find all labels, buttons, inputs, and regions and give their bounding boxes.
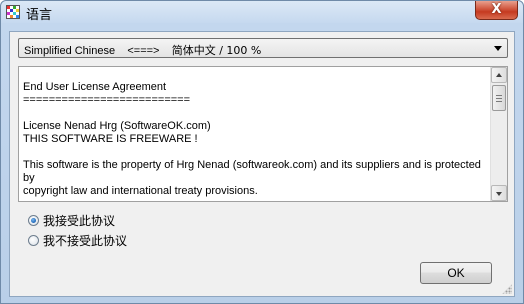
language-native-name: 简体中文 / 100 % [171,44,262,57]
license-line: ========================== [23,94,191,106]
license-textbox[interactable]: End User License Agreement ==============… [18,66,508,202]
scroll-up-button[interactable] [491,67,507,83]
license-line: This software is the property of Hrg Nen… [23,159,484,184]
grip-line [496,95,502,96]
close-icon: X [491,2,502,17]
ok-button[interactable]: OK [420,262,492,284]
close-button[interactable]: X [475,1,518,20]
scroll-down-button[interactable] [491,185,507,201]
arrow-down-icon [496,192,502,196]
accept-option[interactable]: 我接受此协议 [28,212,115,228]
window-title: 语言 [26,8,53,23]
title-bar[interactable]: 语言 X [1,1,523,23]
grip-line [496,101,502,102]
arrow-up-icon [496,73,502,77]
scroll-thumb[interactable] [492,85,506,111]
license-line: License Nenad Hrg (SoftwareOK.com) [23,120,211,132]
language-dropdown[interactable]: Simplified Chinese <===> 简体中文 / 100 % [18,38,508,58]
license-line: THIS SOFTWARE IS FREEWARE ! [23,133,198,145]
dialog-window: 语言 X Simplified Chinese <===> 简体中文 / 100… [0,0,524,304]
license-line [23,146,485,159]
license-line [23,68,485,81]
accept-radio[interactable] [28,214,39,226]
decline-label[interactable]: 我不接受此协议 [43,232,127,249]
resize-grip[interactable] [502,284,512,294]
language-name: Simplified Chinese [24,45,116,57]
app-icon [6,5,20,19]
license-scrollbar[interactable] [490,67,507,201]
decline-radio[interactable] [28,234,39,246]
dialog-client-area: Simplified Chinese <===> 简体中文 / 100 % En… [9,31,515,297]
decline-option[interactable]: 我不接受此协议 [28,232,127,248]
license-line [23,107,485,120]
chevron-down-icon[interactable] [494,46,502,51]
grip-line [496,98,502,99]
language-dropdown-value: Simplified Chinese <===> 简体中文 / 100 % [24,42,261,58]
license-text: End User License Agreement ==============… [23,68,485,198]
accept-label[interactable]: 我接受此协议 [43,212,115,229]
license-line: End User License Agreement [23,81,167,93]
license-line: copyright law and international treaty p… [23,185,258,197]
language-separator: <===> [127,45,160,57]
